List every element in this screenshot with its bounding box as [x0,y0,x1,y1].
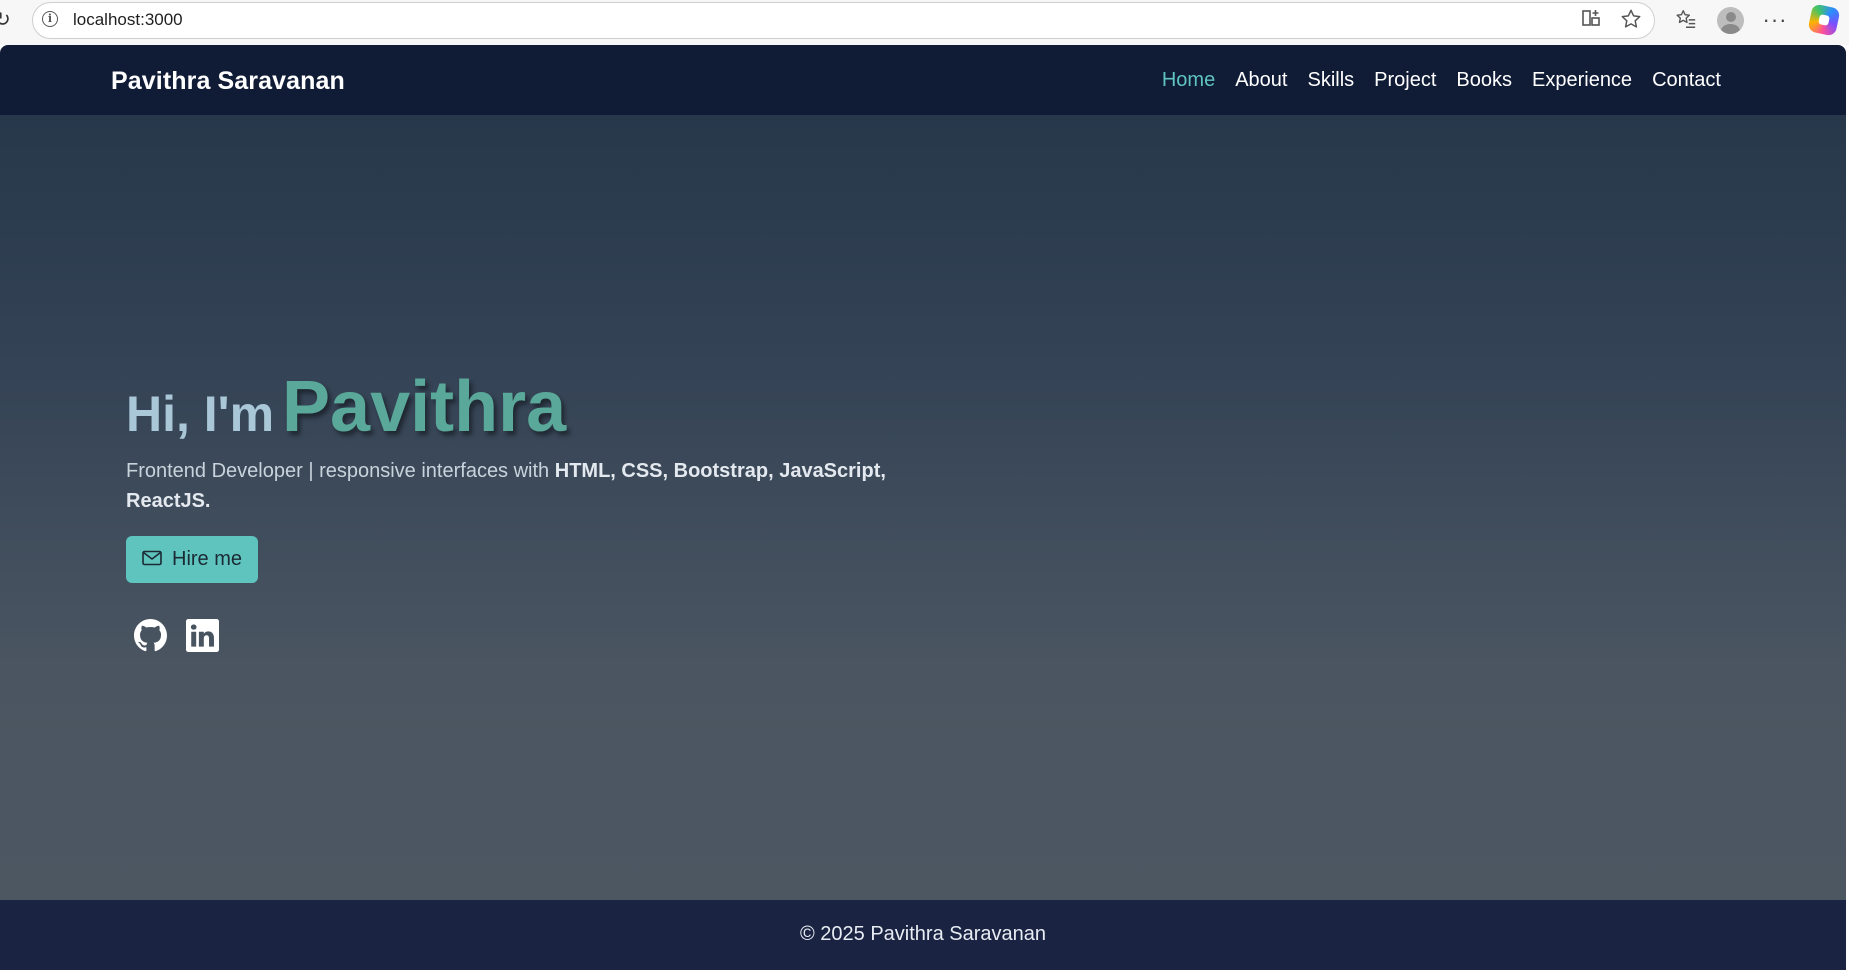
hire-me-button[interactable]: Hire me [126,536,258,583]
hero-headline: Hi, I'm Pavithra [126,366,566,448]
address-bar[interactable] [32,2,1655,39]
nav-link-experience[interactable]: Experience [1532,69,1632,92]
nav-link-skills[interactable]: Skills [1307,69,1354,92]
linkedin-icon[interactable] [186,619,220,653]
copilot-icon[interactable] [1807,3,1841,37]
nav-link-books[interactable]: Books [1456,69,1512,92]
nav-link-home[interactable]: Home [1162,69,1215,92]
brand-name[interactable]: Pavithra Saravanan [111,67,345,96]
footer: © 2025 Pavithra Saravanan [0,900,1846,970]
hero-greeting: Hi, I'm [126,386,275,442]
favorites-list-icon[interactable] [1673,8,1699,32]
envelope-icon [142,550,162,569]
browser-toolbar: ↻ i localhost:3000 ··· [0,0,1849,45]
hero-subtitle: Frontend Developer | responsive interfac… [126,456,886,516]
hero-name: Pavithra [282,367,567,447]
more-menu-icon[interactable]: ··· [1762,8,1788,32]
reload-icon[interactable]: ↻ [0,9,12,31]
github-icon[interactable] [134,619,168,653]
subtitle-text: Frontend Developer | responsive interfac… [126,460,555,482]
profile-avatar[interactable] [1717,7,1744,34]
url-text[interactable]: localhost:3000 [73,10,183,30]
info-icon[interactable]: i [42,11,58,27]
navbar: Pavithra Saravanan Home About Skills Pro… [0,45,1846,115]
page: Pavithra Saravanan Home About Skills Pro… [0,45,1846,970]
nav-link-project[interactable]: Project [1374,69,1436,92]
app-available-icon[interactable] [1578,8,1604,32]
favorite-star-icon[interactable] [1618,8,1644,32]
footer-copyright: © 2025 Pavithra Saravanan [799,923,1046,945]
hero-section: Hi, I'm Pavithra Frontend Developer | res… [0,115,1846,900]
nav-link-contact[interactable]: Contact [1652,69,1721,92]
nav-links: Home About Skills Project Books Experien… [1162,69,1721,92]
hire-me-label: Hire me [172,548,243,570]
social-links [134,619,220,653]
nav-link-about[interactable]: About [1235,69,1287,92]
